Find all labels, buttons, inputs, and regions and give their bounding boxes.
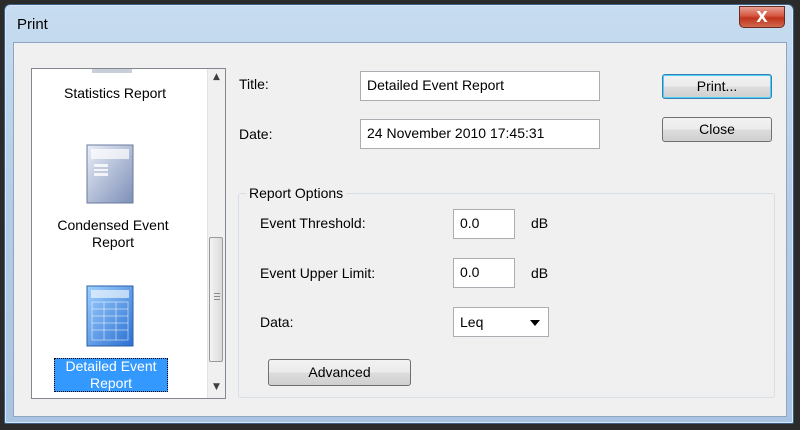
- date-label: Date:: [239, 126, 273, 142]
- close-icon: X: [756, 8, 768, 26]
- title-input[interactable]: Detailed Event Report: [360, 71, 600, 101]
- detailed-report-icon[interactable]: [86, 285, 136, 349]
- title-bar[interactable]: Print X: [5, 5, 793, 41]
- data-label: Data:: [260, 314, 294, 330]
- condensed-report-icon[interactable]: [86, 144, 136, 206]
- document-icon: [92, 69, 132, 73]
- chevron-down-icon[interactable]: [530, 320, 540, 326]
- window-title: Print: [17, 16, 48, 33]
- scroll-up-button[interactable]: ▲: [208, 69, 225, 86]
- advanced-button-label: Advanced: [308, 364, 371, 380]
- print-dialog: Print X Statistics Report Condensed Even…: [4, 4, 794, 424]
- advanced-button[interactable]: Advanced: [268, 359, 411, 386]
- print-button[interactable]: Print...: [662, 74, 772, 99]
- title-label: Title:: [239, 76, 269, 92]
- list-item-statistics-report[interactable]: Statistics Report: [40, 85, 190, 102]
- scroll-thumb[interactable]: [209, 237, 223, 362]
- event-threshold-unit: dB: [531, 215, 549, 231]
- report-type-list[interactable]: Statistics Report Condensed Event Report: [31, 68, 226, 399]
- close-button[interactable]: Close: [662, 117, 772, 142]
- date-input[interactable]: 24 November 2010 17:45:31: [360, 119, 600, 149]
- event-threshold-label: Event Threshold:: [260, 215, 366, 231]
- event-threshold-input[interactable]: 0.0: [453, 209, 515, 239]
- list-scrollbar[interactable]: ▲ ▼: [207, 69, 225, 398]
- scroll-up-icon: ▲: [213, 72, 220, 82]
- scroll-down-button[interactable]: ▼: [208, 379, 225, 396]
- scroll-down-icon: ▼: [213, 382, 220, 392]
- event-upper-limit-label: Event Upper Limit:: [260, 265, 376, 281]
- grip-icon: [214, 293, 220, 302]
- close-button-label: Close: [699, 121, 735, 137]
- print-button-label: Print...: [696, 78, 738, 94]
- list-item-condensed-event-report[interactable]: Condensed Event Report: [38, 217, 188, 251]
- close-window-button[interactable]: X: [739, 6, 785, 28]
- event-upper-limit-unit: dB: [531, 265, 549, 281]
- list-item-detailed-event-report[interactable]: Detailed Event Report: [54, 358, 168, 392]
- data-select-value: Leq: [460, 314, 484, 330]
- dialog-body: Statistics Report Condensed Event Report: [13, 42, 787, 417]
- report-options-title: Report Options: [246, 185, 347, 201]
- data-select[interactable]: Leq: [453, 307, 549, 337]
- event-upper-limit-input[interactable]: 0.0: [453, 258, 515, 288]
